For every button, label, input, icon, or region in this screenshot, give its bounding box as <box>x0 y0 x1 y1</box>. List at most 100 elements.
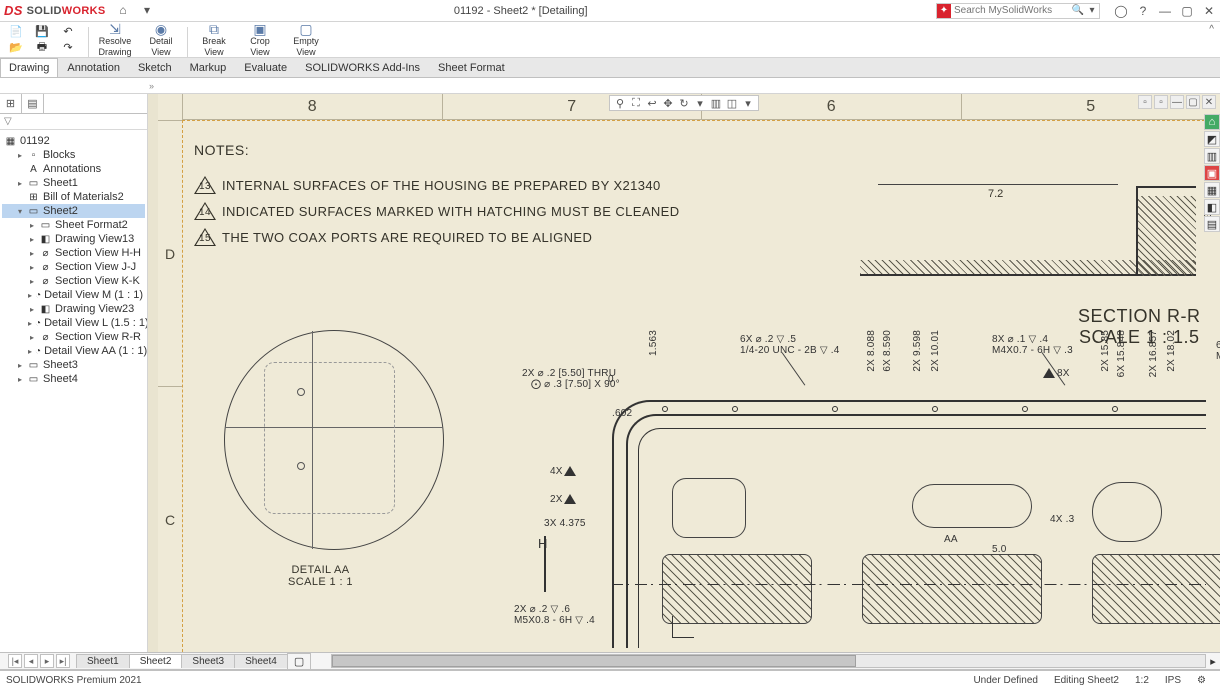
search-dropdown-icon[interactable]: ▾ <box>1085 4 1099 18</box>
tree-item[interactable]: ▸▫Blocks <box>2 148 145 162</box>
doc-min-icon[interactable]: — <box>1170 95 1184 109</box>
ribbon-collapse-icon[interactable]: ^ <box>1209 24 1214 35</box>
sheet-tab[interactable]: Sheet2 <box>129 654 183 668</box>
tree-item[interactable]: ▸▭Sheet3 <box>2 358 145 372</box>
help-icon[interactable]: ? <box>1136 4 1150 18</box>
qa-dropdown-icon[interactable]: ▾ <box>138 2 156 18</box>
display-style-icon[interactable]: ▥ <box>709 96 723 110</box>
callout-2x-thru: 2X ⌀ .2 [5.50] THRU ⨀ ⌀ .3 [7.50] X 90° <box>522 368 620 390</box>
taskpane-library-icon[interactable]: ▥ <box>1204 148 1220 164</box>
drawing-canvas[interactable]: ⚲ ⛶ ↩ ✥ ↻ ▾ ▥ ◫ ▾ ▫ ▫ — ▢ ✕ ⌂ ◩ ▥ ▣ ▦ ◧ … <box>148 94 1220 652</box>
add-sheet-button[interactable]: ▢ <box>287 653 311 669</box>
user-icon[interactable]: ◯ <box>1114 4 1128 18</box>
redo-button[interactable]: ↷ <box>58 40 78 55</box>
taskpane-home-icon[interactable]: ⌂ <box>1204 114 1220 130</box>
search-icon[interactable]: 🔍 <box>1071 4 1085 18</box>
tree-item[interactable]: ▸▭Sheet4 <box>2 372 145 386</box>
hide-show-icon[interactable]: ◫ <box>725 96 739 110</box>
resolve-drawing-button[interactable]: ⇲ResolveDrawing <box>93 24 137 55</box>
maximize-icon[interactable]: ▢ <box>1180 4 1194 18</box>
tree-item[interactable]: ▸▭Sheet1 <box>2 176 145 190</box>
section-view-rr[interactable]: 7.2 32 32 SECTION R-R SCALE 1 : 1.5 15 <box>808 166 1206 306</box>
sheet-last-icon[interactable]: ▸| <box>56 654 70 668</box>
empty-view-button[interactable]: ▢EmptyView <box>284 24 328 55</box>
tree-item[interactable]: ▸◔Detail View AA (1 : 1) <box>2 344 145 358</box>
home-icon[interactable]: ⌂ <box>114 2 132 18</box>
feature-tree-tab-icon[interactable]: ⊞ <box>0 94 22 113</box>
sheet-tab[interactable]: Sheet3 <box>181 654 235 668</box>
tab-evaluate[interactable]: Evaluate <box>235 58 296 77</box>
horizontal-scrollbar-thumb[interactable] <box>332 655 856 667</box>
taskpane-palette-icon[interactable]: ▦ <box>1204 182 1220 198</box>
tab-sheet-format[interactable]: Sheet Format <box>429 58 514 77</box>
save-button[interactable]: 💾 <box>32 24 52 38</box>
detail-view-button[interactable]: ◉DetailView <box>139 24 183 55</box>
notes-title: NOTES: <box>194 142 680 158</box>
tree-item[interactable]: AAnnotations <box>2 162 145 176</box>
tree-item[interactable]: ▸⌀Section View J-J <box>2 260 145 274</box>
tab-addins[interactable]: SOLIDWORKS Add-Ins <box>296 58 429 77</box>
status-editmode: Editing Sheet2 <box>1054 675 1119 686</box>
pan-icon[interactable]: ✥ <box>661 96 675 110</box>
tab-drawing[interactable]: Drawing <box>0 58 58 77</box>
sheet-tab[interactable]: Sheet4 <box>234 654 288 668</box>
new-file-button[interactable]: 📄 <box>6 24 26 39</box>
zoom-prev-icon[interactable]: ↩ <box>645 96 659 110</box>
taskpane-appearance-icon[interactable]: ◧ <box>1204 199 1220 215</box>
tree-item[interactable]: ▸⌀Section View K-K <box>2 274 145 288</box>
property-tab-icon[interactable]: ▤ <box>22 94 44 113</box>
doc-close-icon[interactable]: ✕ <box>1202 95 1216 109</box>
tree-item[interactable]: ▸⌀Section View R-R <box>2 330 145 344</box>
search-box[interactable]: ✦ 🔍 ▾ <box>936 3 1100 19</box>
view-orient-icon[interactable]: ▾ <box>693 96 707 110</box>
window-title: 01192 - Sheet2 * [Detailing] <box>105 5 936 17</box>
rotate-icon[interactable]: ↻ <box>677 96 691 110</box>
edit-appearance-icon[interactable]: ▾ <box>741 96 755 110</box>
tab-markup[interactable]: Markup <box>181 58 236 77</box>
tab-sketch[interactable]: Sketch <box>129 58 181 77</box>
feature-tree[interactable]: ▦01192 ▸▫BlocksAAnnotations▸▭Sheet1⊞Bill… <box>0 130 147 652</box>
doc-max-icon[interactable]: ▢ <box>1186 95 1200 109</box>
tree-item[interactable]: ▸▭Sheet Format2 <box>2 218 145 232</box>
sheet-tab[interactable]: Sheet1 <box>76 654 130 668</box>
scroll-right-icon[interactable]: ▸ <box>1206 655 1220 668</box>
panel-pin-icon[interactable]: » <box>149 81 154 91</box>
tree-item[interactable]: ⊞Bill of Materials2 <box>2 190 145 204</box>
taskpane-resources-icon[interactable]: ◩ <box>1204 131 1220 147</box>
tab-annotation[interactable]: Annotation <box>58 58 129 77</box>
sheet-next-icon[interactable]: ▸ <box>40 654 54 668</box>
sheet-prev-icon[interactable]: ◂ <box>24 654 38 668</box>
main-drawing-view[interactable]: 6X ⌀ .2 ▽ .51/4-20 UNC - 2B ▽ .4 8X ⌀ .1… <box>552 386 1206 648</box>
filter-icon[interactable]: ▽ <box>4 116 12 127</box>
status-scale[interactable]: 1:2 <box>1135 675 1149 686</box>
status-gear-icon[interactable]: ⚙ <box>1197 675 1206 686</box>
undo-button[interactable]: ↶ <box>58 24 78 39</box>
break-view-button[interactable]: ⧉BreakView <box>192 24 236 55</box>
sheet-tab-bar: |◂ ◂ ▸ ▸| Sheet1 Sheet2 Sheet3 Sheet4 ▢ … <box>0 652 1220 670</box>
feature-tree-panel: ⊞ ▤ ▽ ▦01192 ▸▫BlocksAAnnotations▸▭Sheet… <box>0 94 148 652</box>
tree-root[interactable]: ▦01192 <box>2 134 145 148</box>
tree-item[interactable]: ▸◔Detail View M (1 : 1) <box>2 288 145 302</box>
status-units[interactable]: IPS <box>1165 675 1181 686</box>
taskpane-explorer-icon[interactable]: ▣ <box>1204 165 1220 181</box>
detail-view-aa[interactable] <box>224 330 444 550</box>
open-file-button[interactable]: 📂 <box>6 40 26 55</box>
print-button[interactable]: 🖶 <box>32 39 52 55</box>
taskpane-custom-icon[interactable]: ▤ <box>1204 216 1220 232</box>
crop-view-button[interactable]: ▣CropView <box>238 24 282 55</box>
close-icon[interactable]: ✕ <box>1202 4 1216 18</box>
main-area: ⊞ ▤ ▽ ▦01192 ▸▫BlocksAAnnotations▸▭Sheet… <box>0 94 1220 652</box>
zoom-fit-icon[interactable]: ⚲ <box>613 96 627 110</box>
doc-cascade-icon[interactable]: ▫ <box>1154 95 1168 109</box>
tree-item[interactable]: ▸◧Drawing View13 <box>2 232 145 246</box>
minimize-icon[interactable]: — <box>1158 4 1172 18</box>
tree-item[interactable]: ▸◔Detail View L (1.5 : 1) <box>2 316 145 330</box>
tree-item[interactable]: ▾▭Sheet2 <box>2 204 145 218</box>
doc-tile-icon[interactable]: ▫ <box>1138 95 1152 109</box>
zoom-area-icon[interactable]: ⛶ <box>629 96 643 110</box>
callout-6x-right: 6X ⌀M5X0.8 <box>1216 340 1220 362</box>
tree-item[interactable]: ▸⌀Section View H-H <box>2 246 145 260</box>
search-input[interactable] <box>951 5 1071 16</box>
sheet-first-icon[interactable]: |◂ <box>8 654 22 668</box>
tree-item[interactable]: ▸◧Drawing View23 <box>2 302 145 316</box>
